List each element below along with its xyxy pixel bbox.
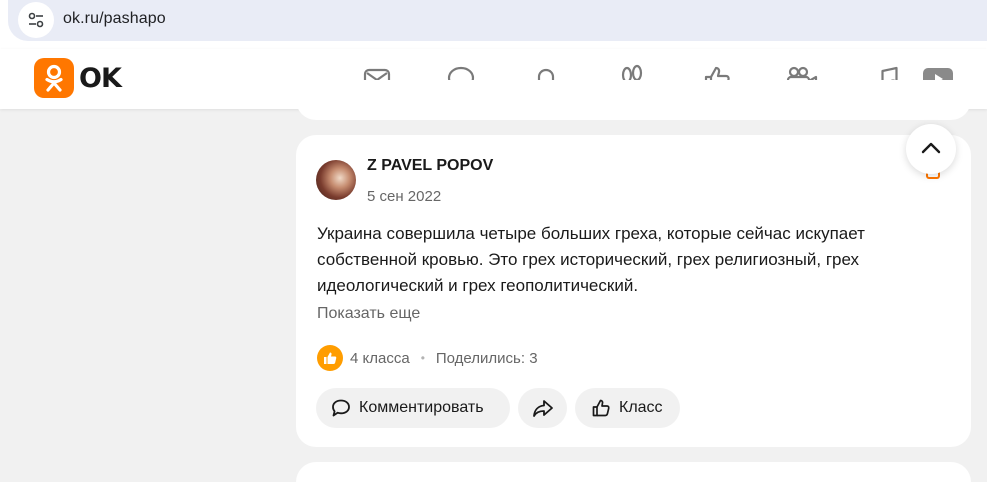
share-icon	[532, 400, 553, 417]
chevron-up-icon	[921, 142, 941, 154]
ok-logo[interactable]	[34, 58, 74, 98]
ok-logo-icon	[45, 64, 63, 92]
share-button[interactable]	[518, 388, 567, 428]
likes-count[interactable]: 4 класса	[350, 350, 410, 367]
previous-post-card	[296, 80, 971, 120]
next-post-card	[296, 462, 971, 482]
comment-button[interactable]: Комментировать	[316, 388, 510, 428]
url-text[interactable]: ok.ru/pashapo	[63, 10, 166, 28]
address-bar[interactable]: ok.ru/pashapo	[8, 0, 987, 41]
scroll-to-top-button[interactable]	[906, 124, 956, 174]
browser-toolbar: ok.ru/pashapo	[0, 0, 987, 49]
post-date[interactable]: 5 сен 2022	[367, 188, 441, 205]
author-name[interactable]: Z PAVEL POPOV	[367, 157, 493, 175]
shares-count[interactable]: Поделились: 3	[436, 350, 538, 367]
post-card: Z PAVEL POPOV 5 сен 2022 Украина соверши…	[296, 135, 971, 447]
class-button-label: Класс	[619, 399, 663, 416]
like-badge-icon	[317, 345, 343, 371]
reactions-summary: 4 класса • Поделились: 3	[317, 345, 538, 371]
ok-wordmark[interactable]: OK	[79, 63, 122, 94]
site-info-button[interactable]	[18, 2, 54, 38]
thumbs-up-icon	[592, 399, 610, 417]
tune-icon	[28, 12, 44, 28]
class-like-button[interactable]: Класс	[575, 388, 680, 428]
comment-button-label: Комментировать	[359, 399, 484, 416]
separator-dot: •	[420, 351, 425, 365]
comment-icon	[332, 399, 350, 417]
show-more-link[interactable]: Показать еще	[317, 305, 420, 323]
author-avatar[interactable]	[316, 160, 356, 200]
post-text: Украина совершила четыре больших греха, …	[317, 224, 865, 295]
